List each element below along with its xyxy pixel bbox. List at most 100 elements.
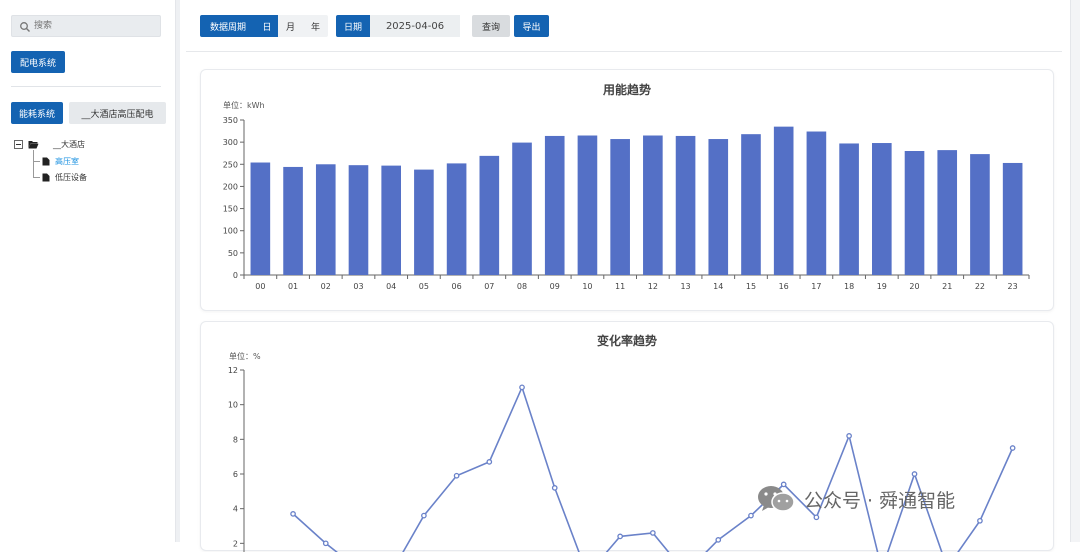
y-tick-label: 250 — [223, 160, 238, 169]
query-button[interactable]: 查询 — [472, 15, 510, 37]
folder-open-icon — [28, 141, 39, 149]
data-point — [617, 533, 623, 540]
tree-label-low-voltage: 低压设备 — [55, 173, 87, 182]
rate-line-chart: 2 4 6 8 10 12 — [228, 366, 1016, 552]
x-tick-label: 23 — [1008, 282, 1018, 291]
sidebar: 配电系统 能耗系统 __大酒店高压配电 __大酒店 高压室 — [0, 0, 176, 542]
data-point — [911, 471, 918, 477]
x-tick-label: 16 — [779, 282, 789, 291]
energy-system-button[interactable]: 能耗系统 — [11, 102, 63, 124]
period-year-button[interactable]: 年 — [303, 15, 328, 37]
data-point — [715, 537, 722, 543]
substation-tab[interactable]: __大酒店高压配电 — [69, 102, 166, 124]
bar — [806, 131, 827, 275]
bar — [1002, 162, 1023, 275]
toolbar-divider — [186, 51, 1062, 52]
tree-item-low-voltage[interactable]: 低压设备 — [42, 172, 87, 183]
tree-connector — [33, 177, 40, 178]
y-tick-label: 8 — [233, 435, 238, 444]
sidebar-divider — [11, 86, 161, 87]
tree-item-root[interactable]: __大酒店 — [14, 139, 85, 150]
series-line — [292, 385, 1014, 552]
tree-label-high-voltage: 高压室 — [55, 157, 79, 166]
power-system-button[interactable]: 配电系统 — [11, 51, 65, 73]
y-tick-label: 350 — [223, 116, 238, 125]
period-day-button[interactable]: 日 — [256, 15, 278, 37]
tree-label-root: __大酒店 — [53, 140, 85, 149]
data-point — [290, 511, 296, 517]
file-icon — [42, 157, 50, 166]
bar — [839, 143, 859, 275]
search-box[interactable] — [11, 15, 161, 37]
wechat-icon — [758, 486, 795, 512]
bar — [283, 166, 303, 275]
date-input[interactable]: 2025-04-06 — [370, 15, 460, 37]
export-button[interactable]: 导出 — [514, 15, 549, 37]
y-tick-label: 4 — [233, 505, 238, 514]
x-tick-label: 15 — [746, 282, 756, 291]
x-tick-label: 06 — [452, 282, 462, 291]
period-label: 数据周期 — [200, 15, 256, 37]
x-tick-label: 22 — [975, 282, 985, 291]
watermark-text: 公众号 · 舜通智能 — [804, 489, 956, 512]
y-tick-label: 150 — [223, 205, 238, 214]
search-input[interactable] — [34, 18, 154, 34]
x-tick-label: 13 — [680, 282, 690, 291]
x-tick-label: 10 — [582, 282, 592, 291]
data-point — [453, 472, 460, 479]
x-tick-label: 07 — [484, 282, 494, 291]
x-tick-label: 11 — [615, 282, 625, 291]
y-tick-label: 200 — [223, 182, 238, 191]
bar — [610, 139, 630, 275]
data-point — [813, 514, 820, 521]
data-point — [977, 517, 983, 524]
bar — [970, 154, 990, 275]
search-icon — [20, 22, 30, 32]
energy-bar-chart: 0 50 100 150 200 250 300 350 00 01 02 03 04 05 06 07 08 0… — [223, 116, 1030, 291]
scrollbar-track[interactable] — [1070, 0, 1080, 542]
x-tick-label: 18 — [844, 282, 854, 291]
y-tick-label: 50 — [228, 249, 238, 258]
x-tick-label: 17 — [811, 282, 821, 291]
data-point — [650, 530, 656, 536]
data-point — [486, 459, 493, 465]
x-tick-label: 02 — [321, 282, 331, 291]
x-tick-label: 05 — [419, 282, 429, 291]
data-point — [748, 512, 754, 519]
bar — [741, 134, 761, 275]
data-point — [519, 384, 525, 391]
data-point — [421, 512, 427, 519]
bar — [773, 126, 794, 275]
bar — [414, 169, 434, 275]
rate-trend-card: 变化率趋势 单位：% 2 4 6 8 10 12 — [200, 321, 1054, 552]
y-tick-label: 300 — [223, 138, 238, 147]
tree-item-high-voltage[interactable]: 高压室 — [42, 156, 79, 167]
x-tick-label: 20 — [909, 282, 919, 291]
y-tick-label: 6 — [233, 470, 238, 479]
x-tick-label: 12 — [648, 282, 658, 291]
collapse-icon[interactable] — [14, 140, 23, 149]
bar — [904, 151, 925, 275]
x-tick-label: 19 — [877, 282, 887, 291]
sidebar-splitter[interactable] — [176, 0, 180, 542]
x-tick-label: 08 — [517, 282, 527, 291]
bar — [512, 142, 532, 275]
y-tick-label: 12 — [228, 366, 238, 375]
bar — [577, 135, 598, 275]
energy-trend-card: 用能趋势 单位：kWh 0 50 100 150 200 250 300 350 00 01 02 0… — [200, 69, 1054, 311]
tree-connector — [33, 150, 34, 178]
bar — [937, 150, 958, 275]
y-tick-label: 100 — [223, 227, 238, 236]
period-month-button[interactable]: 月 — [278, 15, 303, 37]
x-tick-label: 00 — [255, 282, 265, 291]
watermark: 公众号 · 舜通智能 — [756, 484, 955, 514]
x-tick-label: 03 — [353, 282, 363, 291]
x-tick-label: 14 — [713, 282, 723, 291]
x-tick-label: 04 — [386, 282, 396, 291]
bar — [708, 139, 729, 275]
bar — [872, 143, 892, 275]
x-tick-label: 21 — [942, 282, 952, 291]
y-tick-label: 10 — [228, 401, 238, 410]
bar — [446, 163, 467, 275]
x-tick-label: 01 — [288, 282, 298, 291]
